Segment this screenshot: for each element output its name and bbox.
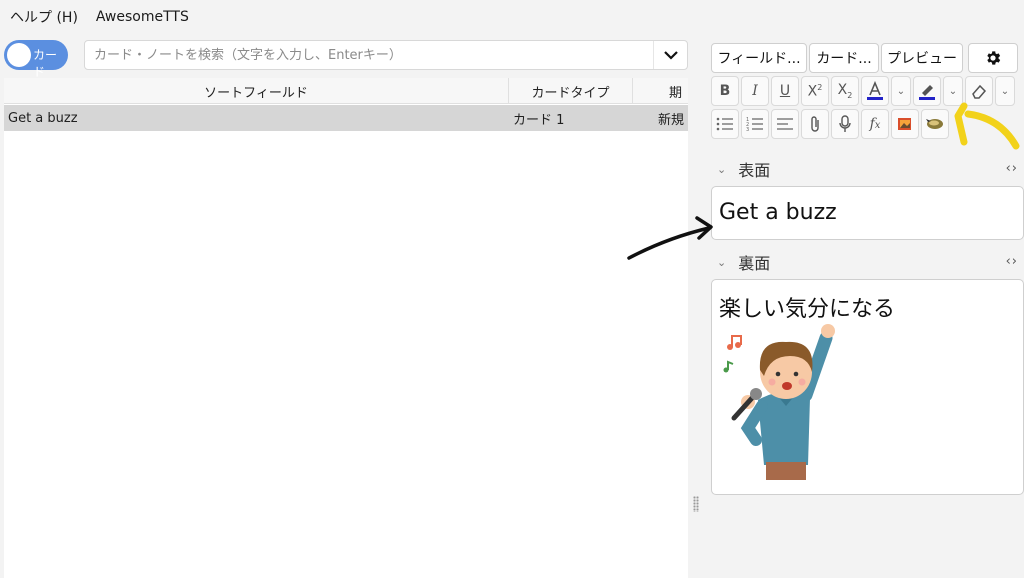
- highlighter-icon: [919, 85, 935, 100]
- field-name-front: 表面: [738, 161, 771, 180]
- text-color-button[interactable]: [861, 76, 889, 106]
- microphone-icon: [839, 115, 851, 132]
- field-header-back[interactable]: ⌄ 裏面: [717, 251, 770, 273]
- italic-button[interactable]: I: [741, 76, 769, 106]
- superscript-button[interactable]: X2: [801, 76, 829, 106]
- bullet-list-icon: [716, 117, 733, 131]
- cell-due: 新規: [658, 112, 685, 128]
- highlight-button[interactable]: [913, 76, 941, 106]
- attach-button[interactable]: [801, 109, 829, 139]
- panel-splitter[interactable]: [689, 34, 703, 578]
- record-audio-button[interactable]: [831, 109, 859, 139]
- annotation-arrow-yellow: [954, 102, 1020, 150]
- search-box: [84, 40, 688, 70]
- table-row[interactable]: Get a buzz カード 1 新規: [4, 105, 688, 131]
- column-header-due[interactable]: 期: [633, 78, 688, 104]
- function-icon: fx: [869, 116, 881, 132]
- italic-icon: I: [752, 83, 758, 99]
- toggle-knob: [7, 43, 31, 67]
- gear-icon: [987, 51, 1001, 65]
- column-header-sort-field[interactable]: ソートフィールド: [4, 78, 509, 104]
- underline-button[interactable]: U: [771, 76, 799, 106]
- chevron-down-icon: ⌄: [717, 162, 727, 176]
- toggle-label: カード: [33, 48, 58, 79]
- svg-text:3: 3: [746, 127, 749, 132]
- chevron-down-icon: [663, 51, 678, 60]
- card-table: ソートフィールド カードタイプ 期 Get a buzz カード 1 新規: [4, 78, 688, 578]
- align-button[interactable]: [771, 109, 799, 139]
- text-color-dropdown[interactable]: ⌄: [891, 76, 911, 106]
- cards-button[interactable]: カード...: [809, 43, 879, 73]
- cards-notes-toggle[interactable]: カード: [4, 40, 68, 79]
- image-occlusion-button[interactable]: [891, 109, 919, 139]
- subscript-button[interactable]: X2: [831, 76, 859, 106]
- eraser-icon: [972, 84, 987, 99]
- align-left-icon: [777, 118, 793, 130]
- subscript-icon: X2: [837, 82, 853, 100]
- picture-book-icon: [898, 118, 911, 130]
- music-note-icon: [723, 360, 734, 373]
- search-history-dropdown[interactable]: [653, 41, 687, 69]
- annotation-arrow-black: [627, 216, 713, 260]
- underline-icon: U: [779, 83, 791, 99]
- field-name-back: 裏面: [738, 254, 771, 273]
- awesometts-button[interactable]: [921, 109, 949, 139]
- cell-sort-field: Get a buzz: [8, 110, 78, 126]
- music-note-icon: [727, 335, 742, 350]
- bold-icon: B: [719, 83, 731, 99]
- numbered-list-icon: 123: [746, 117, 763, 132]
- speaker-bubble-icon: [926, 119, 943, 129]
- text-color-icon: [867, 81, 883, 100]
- column-header-card-type[interactable]: カードタイプ: [509, 78, 633, 104]
- field-editor-front[interactable]: Get a buzz: [711, 186, 1024, 240]
- html-editor-toggle-front[interactable]: ‹›: [1006, 161, 1018, 176]
- chevron-down-icon: ⌄: [948, 85, 958, 97]
- menu-bar: ヘルプ (H) AwesomeTTS: [0, 0, 1024, 34]
- search-input[interactable]: [85, 41, 645, 69]
- bold-button[interactable]: B: [711, 76, 739, 106]
- singing-person-illustration: [723, 324, 835, 480]
- fields-button[interactable]: フィールド...: [711, 43, 807, 73]
- field-header-front[interactable]: ⌄ 表面: [717, 158, 770, 180]
- table-header: ソートフィールド カードタイプ 期: [4, 78, 688, 104]
- editor-settings-button[interactable]: [968, 43, 1018, 73]
- menu-help[interactable]: ヘルプ (H): [0, 7, 87, 27]
- ordered-list-button[interactable]: 123: [741, 109, 769, 139]
- chevron-down-icon: ⌄: [896, 85, 906, 97]
- chevron-down-icon: ⌄: [1000, 85, 1010, 97]
- html-editor-toggle-back[interactable]: ‹›: [1006, 254, 1018, 269]
- menu-awesometts[interactable]: AwesomeTTS: [87, 9, 198, 25]
- splitter-grip-icon: [693, 496, 699, 512]
- field-value-front: Get a buzz: [719, 200, 837, 225]
- paperclip-icon: [811, 116, 819, 132]
- field-value-back: 楽しい気分になる: [719, 297, 896, 322]
- chevron-down-icon: ⌄: [717, 255, 727, 269]
- preview-button[interactable]: プレビュー: [881, 43, 963, 73]
- cell-card-type: カード 1: [513, 112, 565, 128]
- math-button[interactable]: fx: [861, 109, 889, 139]
- superscript-icon: X2: [807, 82, 823, 100]
- field-editor-back[interactable]: 楽しい気分になる: [711, 279, 1024, 495]
- unordered-list-button[interactable]: [711, 109, 739, 139]
